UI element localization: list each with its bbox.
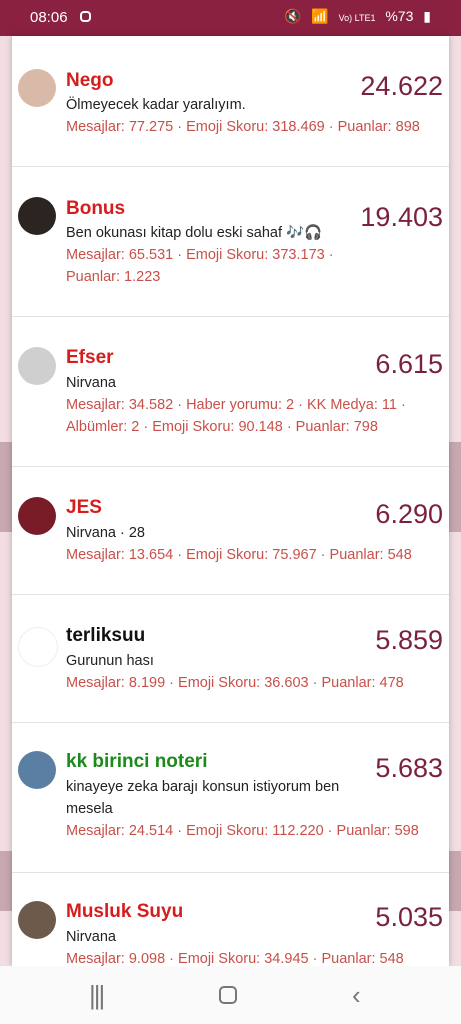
user-status: Ölmeyecek kadar yaralıyım.: [66, 97, 246, 113]
user-score: 24.622: [360, 71, 443, 101]
user-stats: Mesajlar: 13.654 · Emoji Skoru: 75.967 ·…: [66, 547, 412, 563]
list-item[interactable]: Bonus Ben okunası kitap dolu eski sahaf …: [12, 167, 449, 317]
user-name[interactable]: Efser: [66, 347, 114, 369]
mute-icon: 🔇: [283, 8, 302, 24]
status-right: 🔇 📶 Vo) LTE1 %73 ▮: [278, 8, 431, 25]
avatar[interactable]: [18, 901, 56, 939]
user-list-modal[interactable]: Nego Ölmeyecek kadar yaralıyım. Mesajlar…: [12, 36, 449, 966]
list-item[interactable]: JES Nirvana · 28 Mesajlar: 13.654 · Emoj…: [12, 467, 449, 595]
user-stats: Mesajlar: 34.582 · Haber yorumu: 2 · KK …: [66, 397, 406, 435]
user-stats: Mesajlar: 65.531 · Emoji Skoru: 373.173 …: [66, 247, 334, 285]
wifi-icon: 📶: [311, 8, 329, 24]
list-item[interactable]: Nego Ölmeyecek kadar yaralıyım. Mesajlar…: [12, 36, 449, 167]
user-score: 6.290: [375, 499, 443, 529]
user-stats: Mesajlar: 8.199 · Emoji Skoru: 36.603 · …: [66, 675, 404, 691]
user-score: 5.035: [375, 902, 443, 932]
user-score: 5.859: [375, 625, 443, 655]
user-stats: Mesajlar: 9.098 · Emoji Skoru: 34.945 · …: [66, 951, 404, 966]
status-bar: 08:06 🔇 📶 Vo) LTE1 %73 ▮: [0, 0, 461, 36]
user-stats: Mesajlar: 77.275 · Emoji Skoru: 318.469 …: [66, 119, 420, 135]
avatar[interactable]: [18, 627, 58, 667]
user-status: Gurunun hası: [66, 653, 154, 669]
avatar[interactable]: [18, 197, 56, 235]
user-score: 5.683: [375, 753, 443, 783]
navigation-bar: ||| ‹: [0, 966, 461, 1024]
user-name[interactable]: Nego: [66, 70, 114, 92]
user-status: kinayeye zeka barajı konsun istiyorum be…: [66, 779, 340, 817]
instagram-icon: [80, 11, 91, 22]
user-name[interactable]: terliksuu: [66, 625, 145, 647]
network-label: Vo) LTE1: [338, 13, 376, 23]
battery-label: %73: [385, 8, 414, 24]
status-time: 08:06: [30, 9, 68, 26]
list-item[interactable]: kk birinci noteri kinayeye zeka barajı k…: [12, 723, 449, 873]
user-status: Nirvana: [66, 375, 116, 391]
avatar[interactable]: [18, 69, 56, 107]
user-name[interactable]: JES: [66, 497, 102, 519]
avatar[interactable]: [18, 751, 56, 789]
user-name[interactable]: Musluk Suyu: [66, 901, 183, 923]
list-item[interactable]: Musluk Suyu Nirvana Mesajlar: 9.098 · Em…: [12, 873, 449, 966]
home-icon[interactable]: [219, 986, 237, 1004]
back-icon[interactable]: ‹: [352, 980, 361, 1011]
user-stats: Mesajlar: 24.514 · Emoji Skoru: 112.220 …: [66, 823, 419, 839]
list-item[interactable]: Efser Nirvana Mesajlar: 34.582 · Haber y…: [12, 317, 449, 467]
user-score: 6.615: [375, 349, 443, 379]
recents-icon[interactable]: |||: [89, 980, 105, 1011]
avatar[interactable]: [18, 497, 56, 535]
user-score: 19.403: [360, 202, 443, 232]
user-status: Nirvana: [66, 929, 116, 945]
user-name[interactable]: Bonus: [66, 198, 125, 220]
battery-icon: ▮: [423, 8, 431, 24]
user-status: Nirvana · 28: [66, 525, 145, 541]
user-status: Ben okunası kitap dolu eski sahaf 🎶🎧: [66, 225, 323, 241]
user-name[interactable]: kk birinci noteri: [66, 751, 207, 773]
list-item[interactable]: terliksuu Gurunun hası Mesajlar: 8.199 ·…: [12, 595, 449, 723]
avatar[interactable]: [18, 347, 56, 385]
